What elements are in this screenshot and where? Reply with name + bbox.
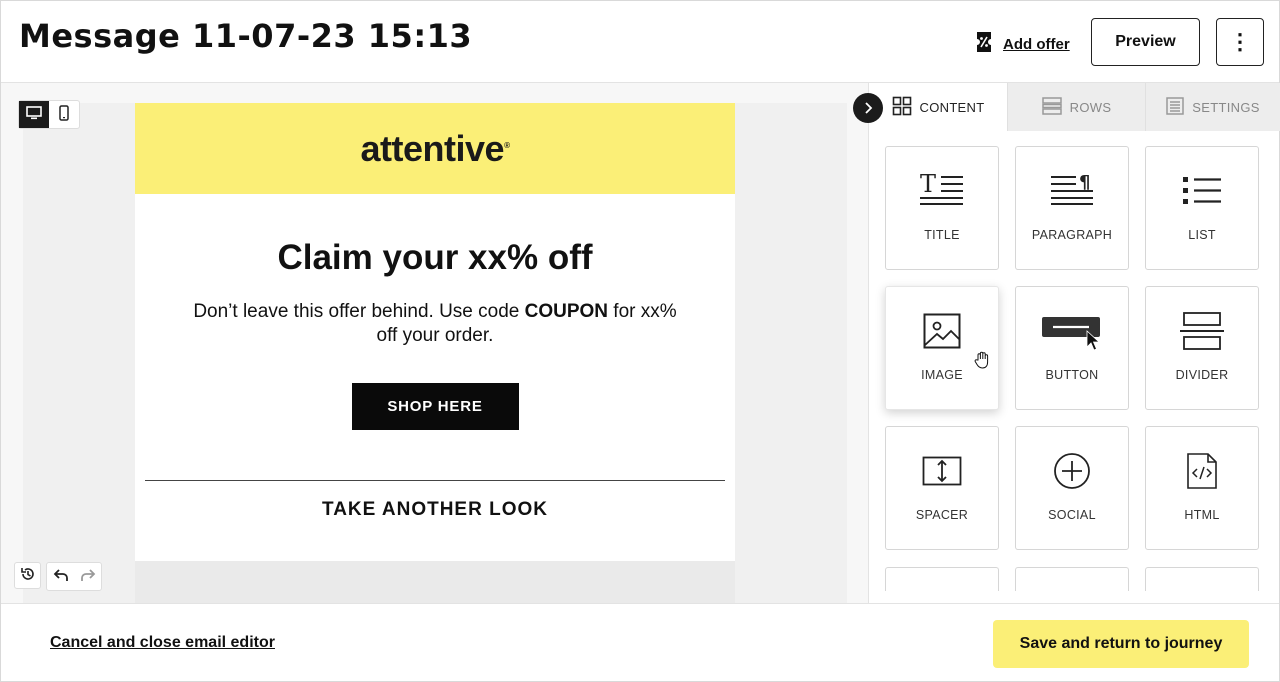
preview-button[interactable]: Preview — [1091, 18, 1200, 66]
spacer-icon — [886, 451, 998, 491]
history-toolbar — [14, 562, 102, 591]
save-return-button[interactable]: Save and return to journey — [993, 620, 1249, 668]
tile-label: LIST — [1188, 228, 1216, 242]
coupon-code: COUPON — [524, 301, 609, 322]
mobile-icon — [59, 104, 69, 125]
device-toggle — [18, 100, 80, 129]
content-panel: CONTENT ROWS SETTINGS T TITLE ¶ PARAGRAP… — [868, 83, 1280, 603]
redo-icon — [80, 567, 96, 586]
redo-button[interactable] — [74, 563, 101, 590]
page-title: Message 11-07-23 15:13 — [19, 17, 473, 55]
shop-here-button[interactable]: SHOP HERE — [351, 383, 519, 430]
svg-text:¶: ¶ — [1079, 172, 1090, 193]
tile-label: BUTTON — [1045, 368, 1099, 382]
add-offer-label: Add offer — [1003, 35, 1070, 53]
section-heading: TAKE ANOTHER LOOK — [322, 499, 548, 520]
social-icon — [1016, 451, 1128, 491]
tile-divider[interactable]: DIVIDER — [1145, 286, 1259, 410]
tab-settings[interactable]: SETTINGS — [1145, 83, 1280, 131]
more-vertical-icon: ⋮ — [1229, 29, 1251, 54]
tile-list[interactable]: LIST — [1145, 146, 1259, 270]
title-icon: T — [886, 171, 998, 211]
tile-label: TITLE — [924, 228, 960, 242]
undo-icon — [53, 567, 69, 586]
grid-icon — [892, 96, 912, 119]
top-bar: Message 11-07-23 15:13 Add offer Preview… — [1, 1, 1279, 83]
tab-content[interactable]: CONTENT — [869, 83, 1007, 131]
tile-label: PARAGRAPH — [1031, 228, 1113, 242]
add-offer-button[interactable]: Add offer — [975, 31, 1070, 57]
tile-title[interactable]: T TITLE — [885, 146, 999, 270]
brand-logo: attentive® — [360, 127, 510, 169]
bottom-bar: Cancel and close email editor Save and r… — [1, 603, 1279, 681]
grab-hand-cursor-icon — [974, 351, 990, 373]
undo-redo-group — [46, 562, 102, 591]
panel-tabs: CONTENT ROWS SETTINGS — [869, 83, 1280, 131]
paragraph-icon: ¶ — [1016, 171, 1128, 211]
tab-content-label: CONTENT — [919, 99, 985, 115]
coupon-icon — [975, 31, 993, 57]
tab-rows-label: ROWS — [1069, 99, 1112, 115]
mobile-view-button[interactable] — [49, 101, 79, 128]
email-divider — [145, 480, 725, 481]
tile-more[interactable] — [1145, 567, 1259, 591]
button-icon — [1016, 311, 1128, 351]
tile-label: DIVIDER — [1175, 368, 1229, 382]
image-icon — [886, 311, 998, 351]
tile-label: SOCIAL — [1048, 508, 1096, 522]
more-options-button[interactable]: ⋮ — [1216, 18, 1264, 66]
rows-icon — [1041, 96, 1062, 118]
desktop-view-button[interactable] — [19, 101, 49, 128]
history-icon — [20, 566, 36, 586]
tile-button[interactable]: BUTTON — [1015, 286, 1129, 410]
divider-icon — [1146, 311, 1258, 351]
chevron-right-icon — [863, 99, 873, 118]
tile-label: SPACER — [915, 508, 969, 522]
cancel-close-link[interactable]: Cancel and close email editor — [50, 634, 275, 652]
html-icon — [1146, 451, 1258, 491]
tile-more[interactable] — [885, 567, 999, 591]
tile-more[interactable] — [1015, 567, 1129, 591]
email-header-banner: attentive® — [135, 103, 735, 194]
tile-spacer[interactable]: SPACER — [885, 426, 999, 550]
email-body-text: Don’t leave this offer behind. Use code … — [193, 301, 677, 346]
tile-label: HTML — [1184, 508, 1220, 522]
tile-paragraph[interactable]: ¶ PARAGRAPH — [1015, 146, 1129, 270]
svg-text:T: T — [920, 172, 936, 198]
tile-image[interactable]: IMAGE — [885, 286, 999, 410]
history-button[interactable] — [14, 562, 41, 589]
email-editor: Message 11-07-23 15:13 Add offer Preview… — [0, 0, 1280, 682]
undo-button[interactable] — [47, 563, 74, 590]
tile-social[interactable]: SOCIAL — [1015, 426, 1129, 550]
tab-settings-label: SETTINGS — [1192, 99, 1260, 115]
tab-rows[interactable]: ROWS — [1007, 83, 1145, 131]
email-headline: Claim your xx% off — [277, 238, 593, 277]
desktop-icon — [26, 105, 42, 124]
collapse-panel-button[interactable] — [853, 93, 883, 123]
tile-html[interactable]: HTML — [1145, 426, 1259, 550]
email-canvas: attentive® Claim your xx% off Don’t leav… — [1, 83, 868, 603]
email-footer-area — [135, 561, 735, 603]
list-icon — [1146, 171, 1258, 211]
settings-list-icon — [1166, 96, 1185, 118]
email-preview[interactable]: attentive® Claim your xx% off Don’t leav… — [135, 103, 735, 603]
